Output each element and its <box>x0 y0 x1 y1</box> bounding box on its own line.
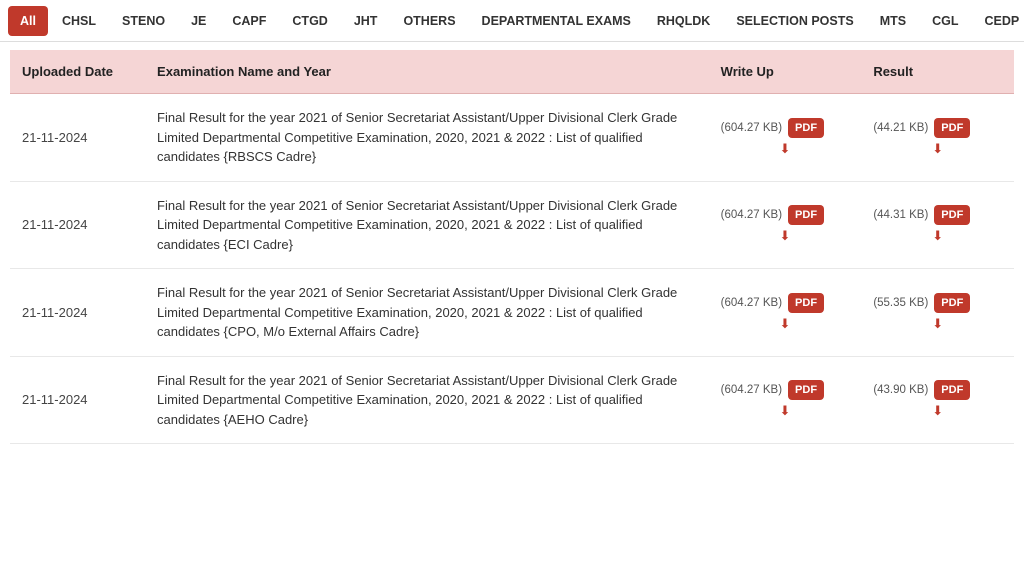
tab-jht[interactable]: JHT <box>342 6 390 36</box>
exam-name-cell-1: Final Result for the year 2021 of Senior… <box>145 181 709 269</box>
tab-mts[interactable]: MTS <box>868 6 918 36</box>
writeup-size-1: (604.27 KB) <box>721 209 782 221</box>
writeup-download-icon-1[interactable]: ⬇ <box>721 228 850 244</box>
tab-ctgd[interactable]: CTGD <box>280 6 339 36</box>
writeup-size-2: (604.27 KB) <box>721 297 782 309</box>
result-size-3: (43.90 KB) <box>873 384 928 396</box>
tab-je[interactable]: JE <box>179 6 218 36</box>
tab-capf[interactable]: CAPF <box>220 6 278 36</box>
tab-bar: AllCHSLSTENOJECAPFCTGDJHTOTHERSDEPARTMEN… <box>0 0 1024 42</box>
table-container: Uploaded Date Examination Name and Year … <box>0 42 1024 454</box>
tab-steno[interactable]: STENO <box>110 6 177 36</box>
date-cell-2: 21-11-2024 <box>10 269 145 357</box>
result-pdf-btn-2[interactable]: PDF <box>934 293 970 313</box>
writeup-cell-0: (604.27 KB) PDF ⬇ <box>709 94 862 182</box>
result-download-icon-3[interactable]: ⬇ <box>873 403 1002 419</box>
result-size-0: (44.21 KB) <box>873 122 928 134</box>
tab-departmental[interactable]: DEPARTMENTAL EXAMS <box>470 6 643 36</box>
table-row: 21-11-2024Final Result for the year 2021… <box>10 94 1014 182</box>
writeup-pdf-btn-3[interactable]: PDF <box>788 380 824 400</box>
results-table: Uploaded Date Examination Name and Year … <box>10 50 1014 444</box>
result-pdf-btn-0[interactable]: PDF <box>934 118 970 138</box>
tab-chsl[interactable]: CHSL <box>50 6 108 36</box>
tab-all[interactable]: All <box>8 6 48 36</box>
result-cell-3: (43.90 KB) PDF ⬇ <box>861 356 1014 444</box>
writeup-pdf-btn-2[interactable]: PDF <box>788 293 824 313</box>
result-download-icon-2[interactable]: ⬇ <box>873 316 1002 332</box>
col-header-name: Examination Name and Year <box>145 50 709 94</box>
writeup-download-icon-3[interactable]: ⬇ <box>721 403 850 419</box>
writeup-size-3: (604.27 KB) <box>721 384 782 396</box>
exam-name-cell-3: Final Result for the year 2021 of Senior… <box>145 356 709 444</box>
writeup-cell-3: (604.27 KB) PDF ⬇ <box>709 356 862 444</box>
writeup-cell-2: (604.27 KB) PDF ⬇ <box>709 269 862 357</box>
exam-name-cell-2: Final Result for the year 2021 of Senior… <box>145 269 709 357</box>
result-group-3: (43.90 KB) PDF <box>873 380 1002 400</box>
tab-rhqldk[interactable]: RHQLDK <box>645 6 722 36</box>
writeup-size-0: (604.27 KB) <box>721 122 782 134</box>
result-cell-1: (44.31 KB) PDF ⬇ <box>861 181 1014 269</box>
writeup-group-0: (604.27 KB) PDF <box>721 118 850 138</box>
result-download-icon-1[interactable]: ⬇ <box>873 228 1002 244</box>
writeup-download-icon-2[interactable]: ⬇ <box>721 316 850 332</box>
exam-name-cell-0: Final Result for the year 2021 of Senior… <box>145 94 709 182</box>
date-cell-3: 21-11-2024 <box>10 356 145 444</box>
table-row: 21-11-2024Final Result for the year 2021… <box>10 181 1014 269</box>
date-cell-1: 21-11-2024 <box>10 181 145 269</box>
col-header-writeup: Write Up <box>709 50 862 94</box>
result-group-1: (44.31 KB) PDF <box>873 205 1002 225</box>
result-cell-2: (55.35 KB) PDF ⬇ <box>861 269 1014 357</box>
result-group-0: (44.21 KB) PDF <box>873 118 1002 138</box>
tab-cedp[interactable]: CEDP <box>973 6 1024 36</box>
col-header-result: Result <box>861 50 1014 94</box>
writeup-pdf-btn-0[interactable]: PDF <box>788 118 824 138</box>
result-group-2: (55.35 KB) PDF <box>873 293 1002 313</box>
writeup-pdf-btn-1[interactable]: PDF <box>788 205 824 225</box>
date-cell-0: 21-11-2024 <box>10 94 145 182</box>
result-pdf-btn-3[interactable]: PDF <box>934 380 970 400</box>
result-cell-0: (44.21 KB) PDF ⬇ <box>861 94 1014 182</box>
table-header-row: Uploaded Date Examination Name and Year … <box>10 50 1014 94</box>
tab-others[interactable]: OTHERS <box>391 6 467 36</box>
writeup-group-3: (604.27 KB) PDF <box>721 380 850 400</box>
tab-cgl[interactable]: CGL <box>920 6 970 36</box>
result-download-icon-0[interactable]: ⬇ <box>873 141 1002 157</box>
col-header-date: Uploaded Date <box>10 50 145 94</box>
writeup-group-1: (604.27 KB) PDF <box>721 205 850 225</box>
writeup-download-icon-0[interactable]: ⬇ <box>721 141 850 157</box>
result-size-1: (44.31 KB) <box>873 209 928 221</box>
result-pdf-btn-1[interactable]: PDF <box>934 205 970 225</box>
writeup-group-2: (604.27 KB) PDF <box>721 293 850 313</box>
tab-selection[interactable]: SELECTION POSTS <box>724 6 865 36</box>
result-size-2: (55.35 KB) <box>873 297 928 309</box>
writeup-cell-1: (604.27 KB) PDF ⬇ <box>709 181 862 269</box>
table-row: 21-11-2024Final Result for the year 2021… <box>10 356 1014 444</box>
table-row: 21-11-2024Final Result for the year 2021… <box>10 269 1014 357</box>
